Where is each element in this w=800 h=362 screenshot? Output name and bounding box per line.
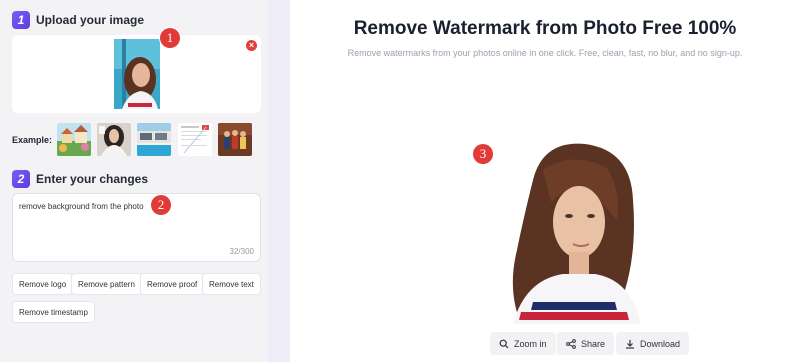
example-thumb-family[interactable] — [218, 123, 252, 156]
share-button[interactable]: Share — [557, 332, 615, 355]
example-label: Example: — [12, 135, 53, 145]
chip-remove-proof[interactable]: Remove proof — [140, 273, 205, 295]
share-label: Share — [581, 338, 606, 349]
zoom-in-label: Zoom in — [514, 338, 547, 349]
example-thumb-document[interactable] — [178, 123, 212, 156]
chip-remove-pattern[interactable]: Remove pattern — [71, 273, 142, 295]
share-icon — [566, 338, 576, 349]
step-2-title: Enter your changes — [36, 172, 149, 186]
result-image[interactable] — [503, 140, 643, 324]
upload-dropzone[interactable]: × — [12, 35, 261, 113]
changes-textarea-value[interactable]: remove background from the photo — [19, 202, 144, 211]
zoom-in-button[interactable]: Zoom in — [490, 332, 556, 355]
chip-remove-text[interactable]: Remove text — [202, 273, 261, 295]
step-1-header: 1 Upload your image — [12, 11, 144, 29]
changes-textarea[interactable]: remove background from the photo 32/300 — [12, 193, 261, 262]
download-icon — [626, 339, 634, 349]
remove-image-icon[interactable]: × — [246, 40, 257, 51]
character-counter: 32/300 — [229, 247, 254, 256]
step-2-header: 2 Enter your changes — [12, 170, 148, 188]
download-button[interactable]: Download — [616, 332, 690, 355]
example-thumb-portrait[interactable] — [97, 123, 131, 156]
uploaded-image-thumbnail[interactable] — [114, 39, 160, 109]
page-subtitle: Remove watermarks from your photos onlin… — [347, 48, 743, 58]
marker-badge-1: 1 — [160, 28, 180, 48]
step-2-number: 2 — [12, 170, 30, 188]
marker-badge-3: 3 — [473, 144, 493, 164]
example-thumb-houses[interactable] — [57, 123, 91, 156]
example-thumb-pool[interactable] — [137, 123, 171, 156]
step-1-number: 1 — [12, 11, 30, 29]
left-panel: 1 Upload your image × 1 Example: 2 Enter… — [0, 0, 268, 362]
chip-remove-timestamp[interactable]: Remove timestamp — [12, 301, 95, 323]
result-panel: Remove Watermark from Photo Free 100% Re… — [290, 0, 800, 362]
page-title: Remove Watermark from Photo Free 100% — [353, 18, 737, 39]
search-icon — [499, 339, 509, 348]
marker-badge-2: 2 — [151, 195, 171, 215]
download-label: Download — [640, 338, 681, 349]
chip-remove-logo[interactable]: Remove logo — [12, 273, 74, 295]
step-1-title: Upload your image — [36, 13, 145, 27]
